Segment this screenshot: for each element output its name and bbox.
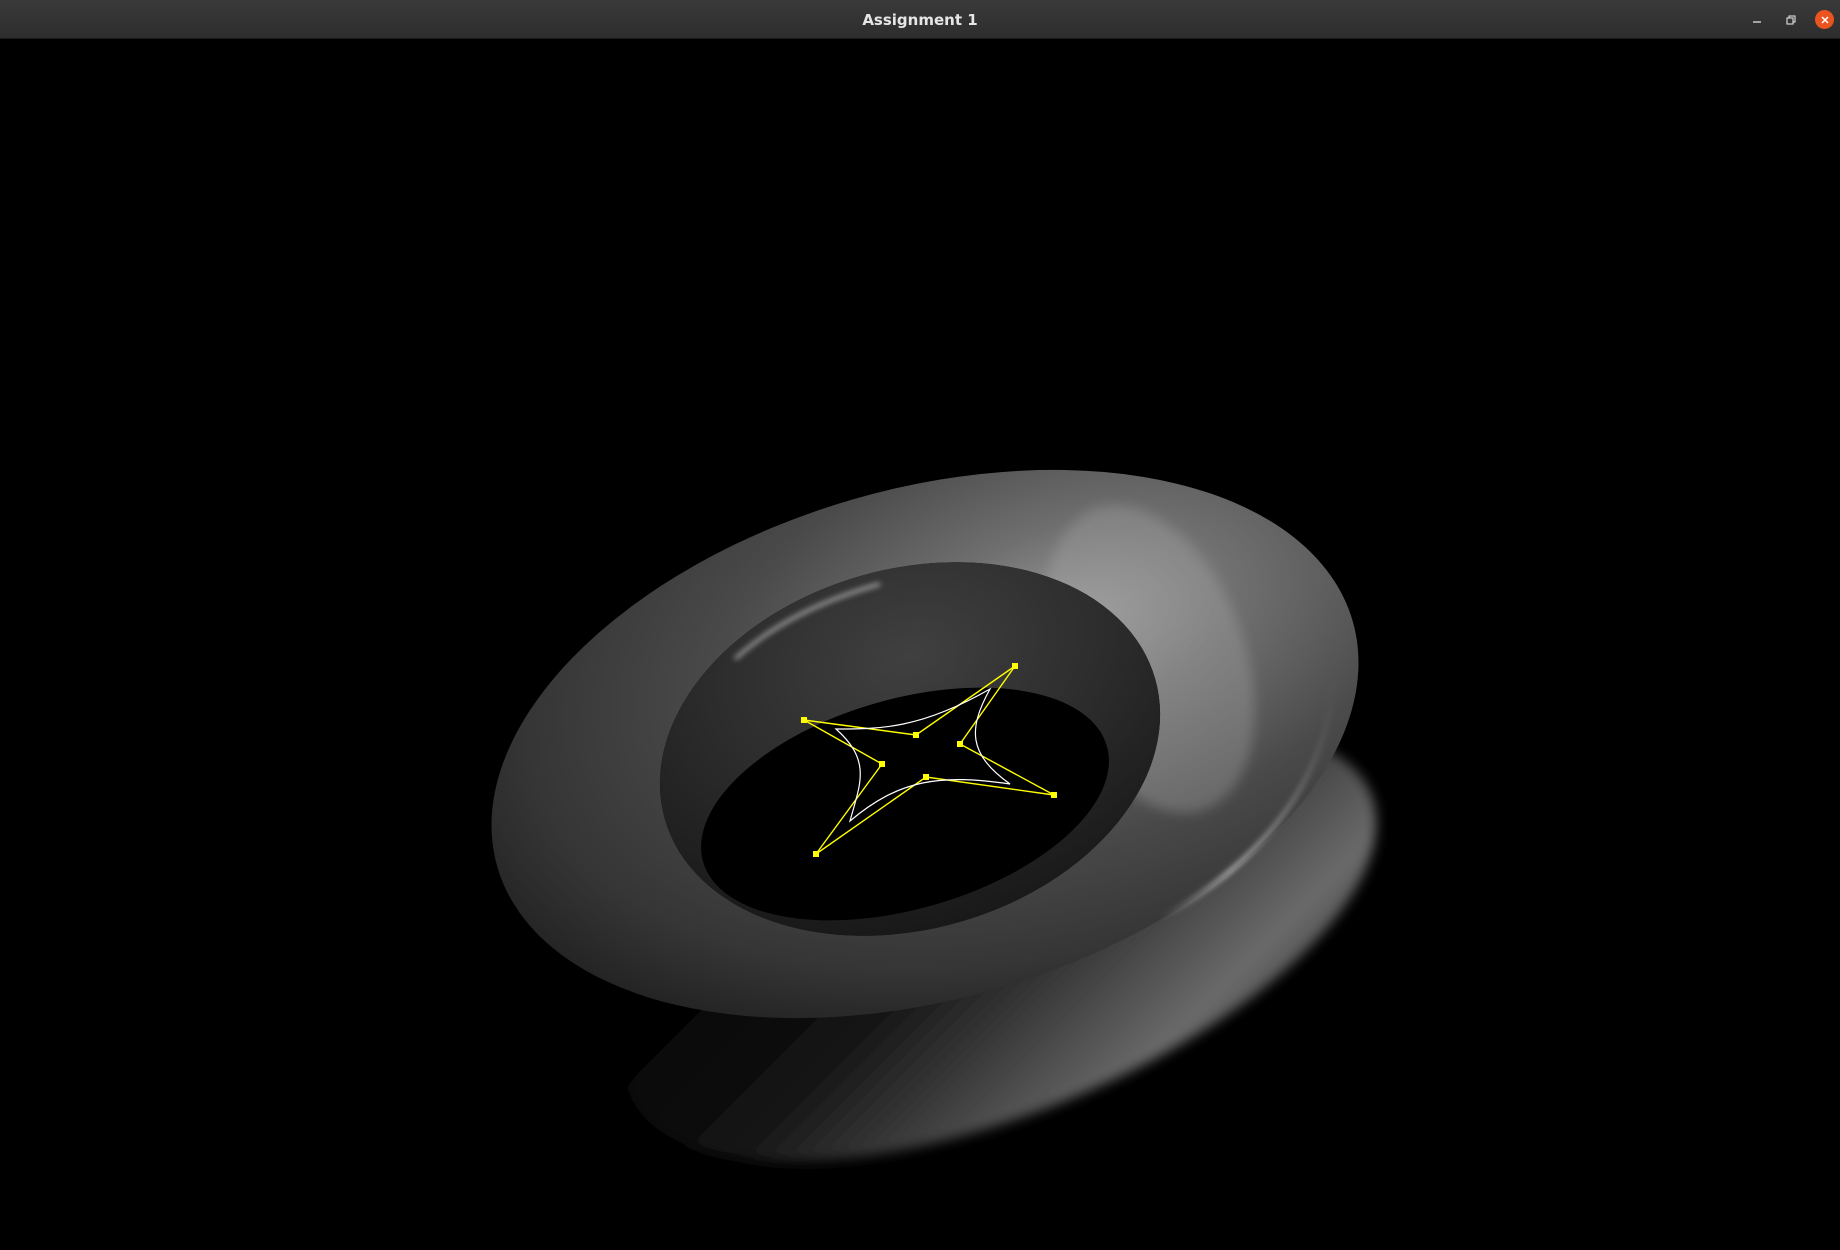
restore-button[interactable]: [1781, 10, 1800, 29]
control-point[interactable]: [813, 851, 819, 857]
close-button[interactable]: [1815, 10, 1834, 29]
control-point[interactable]: [801, 717, 807, 723]
control-point[interactable]: [1051, 792, 1057, 798]
control-point[interactable]: [879, 761, 885, 767]
close-icon: [1820, 15, 1829, 24]
restore-icon: [1785, 14, 1796, 25]
app-window: Assignment 1: [0, 0, 1840, 1250]
control-point[interactable]: [923, 774, 929, 780]
scene-canvas: [491, 469, 1377, 1162]
window-title: Assignment 1: [862, 11, 978, 29]
title-bar[interactable]: Assignment 1: [0, 0, 1840, 39]
control-point[interactable]: [1012, 663, 1018, 669]
control-point[interactable]: [957, 741, 963, 747]
minimize-icon: [1752, 20, 1761, 23]
gl-viewport[interactable]: [0, 39, 1840, 1250]
minimize-button[interactable]: [1747, 10, 1766, 29]
control-point[interactable]: [913, 732, 919, 738]
